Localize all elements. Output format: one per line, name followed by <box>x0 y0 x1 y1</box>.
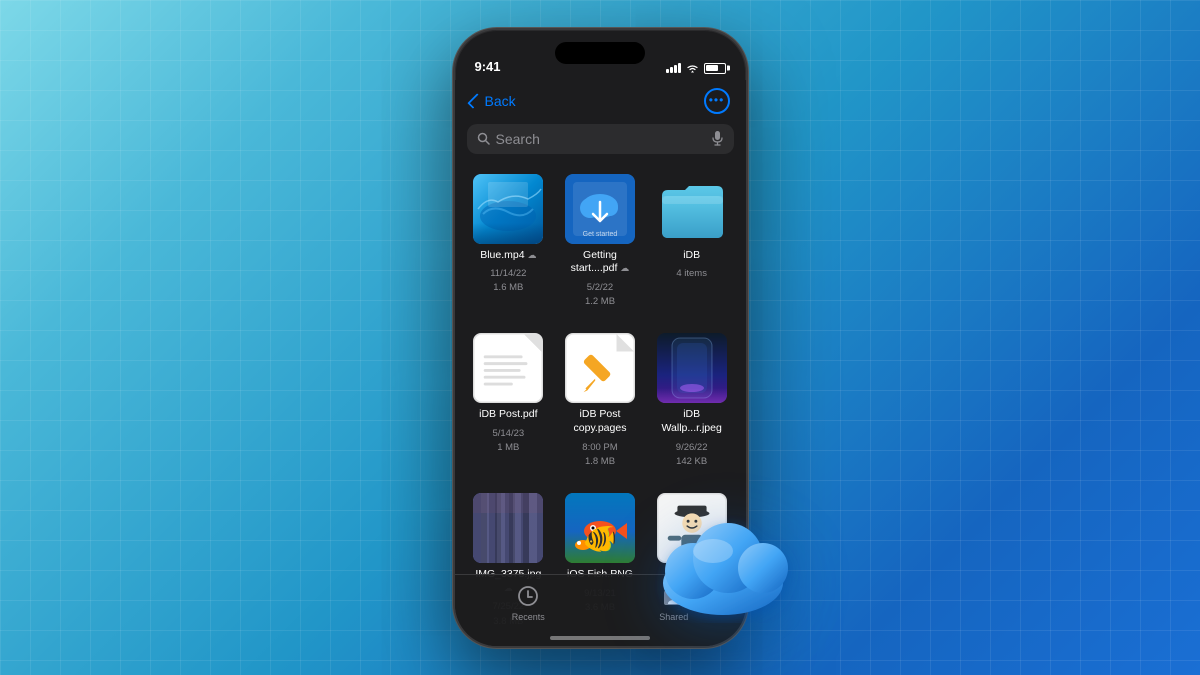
nav-bar: Back ••• <box>455 80 746 120</box>
wifi-icon <box>686 63 699 73</box>
file-thumbnail <box>473 493 543 563</box>
battery-icon <box>704 63 726 74</box>
recents-icon <box>515 583 541 609</box>
file-item[interactable]: iDB 4 items <box>646 164 738 324</box>
file-meta: 4 items <box>676 267 707 281</box>
file-thumbnail <box>657 333 727 403</box>
file-name: iDB Post.pdf <box>479 408 537 422</box>
file-thumbnail <box>473 333 543 403</box>
file-name: iDB Wallp...r.jpeg <box>654 408 730 435</box>
file-meta: 5/14/231 MB <box>492 427 524 456</box>
search-icon <box>477 132 490 145</box>
back-button[interactable]: Back <box>471 93 516 109</box>
scene: 9:41 Back <box>453 28 748 648</box>
file-meta: 8:00 PM1.8 MB <box>582 441 617 470</box>
icloud-decoration <box>638 503 808 628</box>
more-button[interactable]: ••• <box>704 88 730 114</box>
status-icons <box>666 63 726 74</box>
file-item[interactable]: iDB Post.pdf 5/14/231 MB <box>463 323 555 483</box>
file-name: iDB Post copy.pages <box>562 408 638 435</box>
home-indicator <box>550 636 650 640</box>
back-label: Back <box>485 93 516 109</box>
getting-started-thumb: Get started <box>565 174 635 244</box>
status-time: 9:41 <box>475 59 501 74</box>
blue-mp4-thumb <box>473 174 543 244</box>
file-thumbnail <box>473 174 543 244</box>
svg-text:Get started: Get started <box>583 231 618 238</box>
file-name: Getting start....pdf ☁ <box>562 249 638 276</box>
tab-recents-label: Recents <box>512 612 545 622</box>
search-placeholder: Search <box>496 131 705 147</box>
file-item[interactable]: Get started Getting start....pdf ☁ 5/2/2… <box>554 164 646 324</box>
file-meta: 9/26/22142 KB <box>676 441 708 470</box>
file-item[interactable]: Blue.mp4 ☁ 11/14/221.6 MB <box>463 164 555 324</box>
file-thumbnail <box>657 174 727 244</box>
file-thumbnail <box>565 333 635 403</box>
file-item[interactable]: iDB Post copy.pages 8:00 PM1.8 MB <box>554 323 646 483</box>
search-bar[interactable]: Search <box>467 124 734 154</box>
file-thumbnail: Get started <box>565 174 635 244</box>
ellipsis-icon: ••• <box>709 94 725 106</box>
file-item[interactable]: iDB Wallp...r.jpeg 9/26/22142 KB <box>646 323 738 483</box>
mic-icon[interactable] <box>711 131 724 147</box>
tab-recents[interactable]: Recents <box>512 583 545 622</box>
back-chevron-icon <box>467 93 483 109</box>
file-name: Blue.mp4 ☁ <box>480 249 536 263</box>
file-name: iDB <box>683 249 700 263</box>
dynamic-island <box>555 42 645 64</box>
signal-icon <box>666 63 681 73</box>
file-thumbnail <box>565 493 635 563</box>
file-meta: 5/2/221.2 MB <box>585 281 615 310</box>
file-meta: 11/14/221.6 MB <box>490 267 526 296</box>
